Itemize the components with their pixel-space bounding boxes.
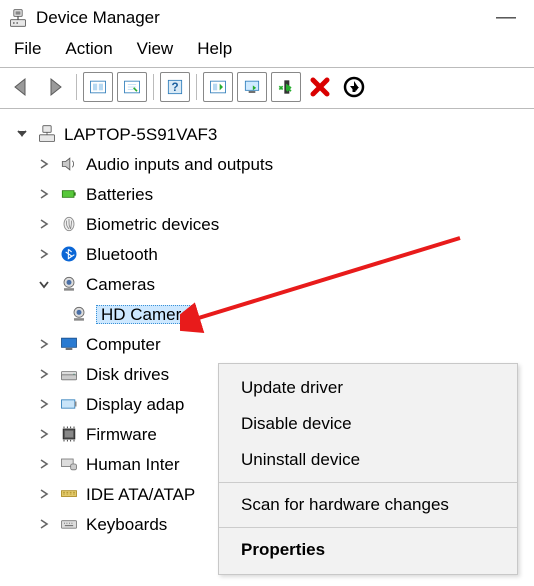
- tree-item-label: Batteries: [86, 186, 153, 203]
- camera-icon: [58, 273, 80, 295]
- keyboard-icon: [58, 513, 80, 535]
- tree-root-node[interactable]: LAPTOP-5S91VAF3: [14, 119, 530, 149]
- tree-item-label: Bluetooth: [86, 246, 158, 263]
- tree-item-label: Biometric devices: [86, 216, 219, 233]
- tree-item-label: Display adap: [86, 396, 184, 413]
- ide-icon: [58, 483, 80, 505]
- tree-item-label: Human Inter: [86, 456, 180, 473]
- menu-file[interactable]: File: [14, 39, 41, 59]
- firmware-icon: [58, 423, 80, 445]
- hid-icon: [58, 453, 80, 475]
- chevron-right-icon[interactable]: [36, 486, 52, 502]
- bluetooth-icon: [58, 243, 80, 265]
- title-bar: Device Manager —: [0, 0, 534, 33]
- chevron-right-icon[interactable]: [36, 246, 52, 262]
- toolbar-scan-button[interactable]: [203, 72, 233, 102]
- chevron-right-icon[interactable]: [36, 336, 52, 352]
- window-title: Device Manager: [36, 8, 160, 28]
- separator: [153, 74, 154, 100]
- tree-item-computer[interactable]: Computer: [14, 329, 530, 359]
- context-menu-disable-device[interactable]: Disable device: [219, 406, 517, 442]
- context-menu-properties[interactable]: Properties: [219, 532, 517, 568]
- tree-item-label: Cameras: [86, 276, 155, 293]
- toolbar-update-driver-button[interactable]: [237, 72, 267, 102]
- tree-item-label: IDE ATA/ATAP: [86, 486, 195, 503]
- battery-icon: [58, 183, 80, 205]
- svg-text:?: ?: [171, 81, 178, 94]
- computer-icon: [36, 123, 58, 145]
- toolbar-disable-button[interactable]: [305, 72, 335, 102]
- tree-item-label: Disk drives: [86, 366, 169, 383]
- tree-item-biometric[interactable]: Biometric devices: [14, 209, 530, 239]
- tree-item-label: Computer: [86, 336, 161, 353]
- speaker-icon: [58, 153, 80, 175]
- chevron-right-icon[interactable]: [36, 156, 52, 172]
- menu-bar: File Action View Help: [0, 33, 534, 67]
- camera-icon: [68, 303, 90, 325]
- tree-root-label: LAPTOP-5S91VAF3: [64, 126, 217, 143]
- context-menu-uninstall-device[interactable]: Uninstall device: [219, 442, 517, 478]
- window-minimize-button[interactable]: —: [486, 6, 526, 29]
- tree-item-audio[interactable]: Audio inputs and outputs: [14, 149, 530, 179]
- tree-item-bluetooth[interactable]: Bluetooth: [14, 239, 530, 269]
- chevron-right-icon[interactable]: [36, 186, 52, 202]
- chevron-down-icon[interactable]: [36, 276, 52, 292]
- tree-item-hd-camera[interactable]: HD Camera: [14, 299, 530, 329]
- display-adapter-icon: [58, 393, 80, 415]
- menu-view[interactable]: View: [137, 39, 174, 59]
- fingerprint-icon: [58, 213, 80, 235]
- chevron-right-icon[interactable]: [36, 216, 52, 232]
- toolbar-enable-button[interactable]: [339, 72, 369, 102]
- tree-item-cameras[interactable]: Cameras: [14, 269, 530, 299]
- monitor-icon: [58, 333, 80, 355]
- disk-icon: [58, 363, 80, 385]
- context-menu-scan-hardware[interactable]: Scan for hardware changes: [219, 487, 517, 523]
- toolbar: ?: [0, 67, 534, 109]
- tree-item-label: HD Camera: [96, 305, 196, 324]
- menu-action[interactable]: Action: [65, 39, 112, 59]
- chevron-right-icon[interactable]: [36, 396, 52, 412]
- context-menu[interactable]: Update driver Disable device Uninstall d…: [218, 363, 518, 575]
- toolbar-help-button[interactable]: ?: [160, 72, 190, 102]
- chevron-right-icon[interactable]: [36, 366, 52, 382]
- separator: [196, 74, 197, 100]
- chevron-right-icon[interactable]: [36, 456, 52, 472]
- toolbar-show-hidden-button[interactable]: [83, 72, 113, 102]
- context-menu-update-driver[interactable]: Update driver: [219, 370, 517, 406]
- divider: [219, 482, 517, 483]
- chevron-down-icon[interactable]: [14, 126, 30, 142]
- toolbar-properties-button[interactable]: [117, 72, 147, 102]
- tree-item-label: Firmware: [86, 426, 157, 443]
- nav-back-button[interactable]: [6, 72, 36, 102]
- menu-help[interactable]: Help: [197, 39, 232, 59]
- divider: [219, 527, 517, 528]
- tree-item-label: Audio inputs and outputs: [86, 156, 273, 173]
- toolbar-uninstall-button[interactable]: [271, 72, 301, 102]
- chevron-right-icon[interactable]: [36, 426, 52, 442]
- chevron-right-icon[interactable]: [36, 516, 52, 532]
- tree-item-label: Keyboards: [86, 516, 167, 533]
- tree-item-batteries[interactable]: Batteries: [14, 179, 530, 209]
- device-manager-icon: [8, 8, 28, 28]
- separator: [76, 74, 77, 100]
- nav-forward-button[interactable]: [40, 72, 70, 102]
